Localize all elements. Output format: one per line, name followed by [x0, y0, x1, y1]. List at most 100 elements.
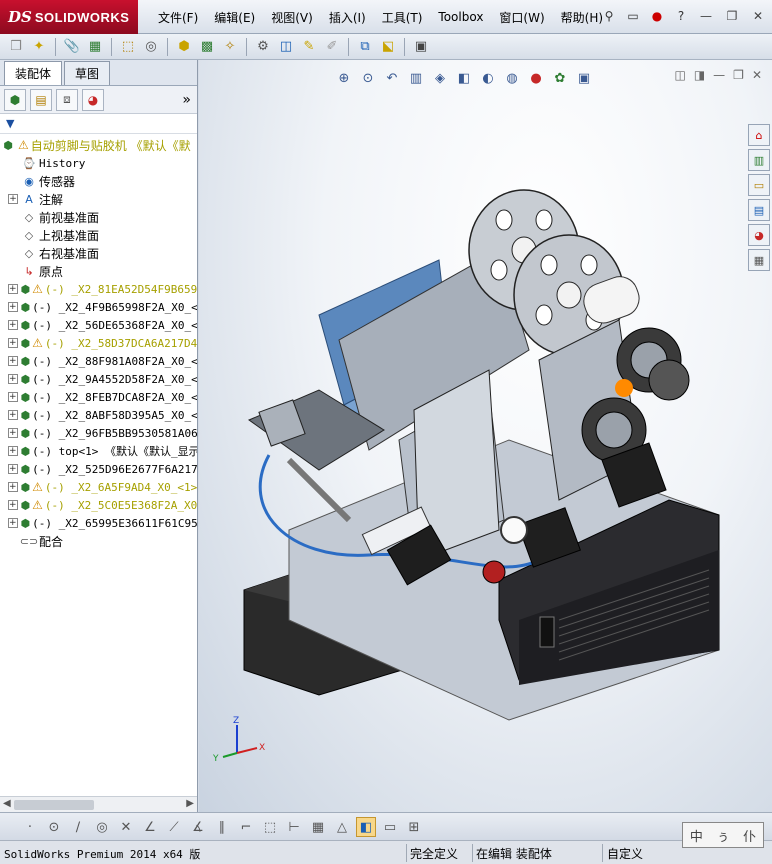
snapshot-icon[interactable]: ▣ — [411, 37, 431, 57]
appearances-icon[interactable]: ◕ — [748, 224, 770, 246]
file-explorer-icon[interactable]: ▭ — [748, 174, 770, 196]
tree-item[interactable]: ⌚ History — [0, 154, 197, 172]
new-part-icon[interactable]: ✦ — [29, 37, 49, 57]
expand-panel-icon[interactable]: » — [182, 92, 191, 108]
tree-item[interactable]: + A 注解 — [0, 190, 197, 208]
filter-icon[interactable]: ▼ — [6, 117, 14, 130]
tree-item[interactable]: + ⬢ ⚠ (-) _X2_81EA52D54F9B659 — [0, 280, 197, 298]
tree-root[interactable]: ⬢ ⚠ 自动剪脚与贴胶机 《默认《默 — [0, 136, 197, 154]
tree-item[interactable]: + ⬢ ⚠ (-) _X2_5C0E5E368F2A_X0 — [0, 496, 197, 514]
restore-icon[interactable]: ❐ — [722, 7, 742, 25]
expand-toggle-icon[interactable]: + — [8, 464, 18, 474]
tree-item[interactable]: + ⬢ (-) _X2_4F9B65998F2A_X0_<1 — [0, 298, 197, 316]
selection-box-icon[interactable]: ⬚ — [260, 817, 280, 837]
rebuild-icon[interactable]: ● — [648, 7, 666, 25]
tree-item[interactable]: + ⬢ (-) _X2_525D96E2677F6A217D — [0, 460, 197, 478]
bill-of-materials-icon[interactable]: ⚙ — [253, 37, 273, 57]
shaded-view-icon[interactable]: ◧ — [356, 817, 376, 837]
line-icon[interactable]: ∕ — [68, 817, 88, 837]
ime-punctuation-mode[interactable]: ぅ — [716, 826, 729, 845]
tree-item[interactable]: + ⬢ (-) _X2_56DE65368F2A_X0_<1 — [0, 316, 197, 334]
expand-toggle-icon[interactable]: + — [8, 374, 18, 384]
menu-view[interactable]: 视图(V) — [263, 9, 321, 26]
scroll-thumb[interactable] — [14, 800, 94, 810]
circle-icon[interactable]: ⊙ — [44, 817, 64, 837]
four-view-icon[interactable]: ⊞ — [404, 817, 424, 837]
new-motion-study-icon[interactable]: ✧ — [220, 37, 240, 57]
expand-toggle-icon[interactable]: + — [8, 284, 18, 294]
tree-item[interactable]: + ⬢ (-) _X2_65995E36611F61C956 — [0, 514, 197, 532]
tree-item[interactable]: ◇ 右视基准面 — [0, 244, 197, 262]
edge-icon[interactable]: ⟋ — [164, 817, 184, 837]
tree-item[interactable]: + ⬢ ⚠ (-) _X2_6A5F9AD4_X0_<1> — [0, 478, 197, 496]
tree-item[interactable]: + ⬢ ⚠ (-) _X2_58D37DCA6A217D4 — [0, 334, 197, 352]
tab-sketch[interactable]: 草图 — [64, 61, 111, 85]
property-manager-icon[interactable]: ▤ — [30, 88, 52, 111]
expand-toggle-icon[interactable]: + — [8, 194, 18, 204]
expand-toggle-icon[interactable]: + — [8, 320, 18, 330]
ime-chinese-mode[interactable]: 中 — [690, 826, 703, 845]
menu-edit[interactable]: 编辑(E) — [206, 9, 263, 26]
angle-icon[interactable]: ∡ — [188, 817, 208, 837]
origin-icon[interactable]: ◎ — [92, 817, 112, 837]
view-palette-icon[interactable]: ▤ — [748, 199, 770, 221]
design-library-icon[interactable]: ▥ — [748, 149, 770, 171]
tree-item[interactable]: + ⬢ (-) _X2_9A4552D58F2A_X0_<1 — [0, 370, 197, 388]
custom-properties-icon[interactable]: ▦ — [748, 249, 770, 271]
tree-item[interactable]: + ⬢ (-) _X2_8ABF58D395A5_X0_<1 — [0, 406, 197, 424]
single-view-icon[interactable]: ▭ — [380, 817, 400, 837]
pin-icon[interactable]: ⚲ — [600, 7, 618, 25]
move-component-icon[interactable]: ⬚ — [118, 37, 138, 57]
solidworks-logo[interactable]: DS SOLIDWORKS — [0, 0, 138, 34]
corner-icon[interactable]: ⌐ — [236, 817, 256, 837]
explode-line-icon[interactable]: ✎ — [299, 37, 319, 57]
solidworks-resources-icon[interactable]: ⌂ — [748, 124, 770, 146]
expand-toggle-icon[interactable]: + — [8, 302, 18, 312]
close-icon[interactable]: ✕ — [748, 7, 768, 25]
expand-toggle-icon[interactable]: + — [8, 428, 18, 438]
expand-toggle-icon[interactable]: + — [8, 410, 18, 420]
tab-assembly[interactable]: 装配体 — [4, 61, 63, 85]
tree-item[interactable]: ↳ 原点 — [0, 262, 197, 280]
tree-item[interactable]: + ⬢ (-) _X2_8FEB7DCA8F2A_X0_<1 — [0, 388, 197, 406]
large-assembly-icon[interactable]: ⬕ — [378, 37, 398, 57]
instant3d-icon[interactable]: ✐ — [322, 37, 342, 57]
dimension-icon[interactable]: ⊢ — [284, 817, 304, 837]
parallel-icon[interactable]: ∥ — [212, 817, 232, 837]
assembly-features-icon[interactable]: ⬢ — [174, 37, 194, 57]
status-custom-units[interactable]: 自定义 — [607, 845, 643, 862]
component-pattern-icon[interactable]: ▦ — [85, 37, 105, 57]
menu-tools[interactable]: 工具(T) — [374, 9, 431, 26]
ime-language-bar[interactable]: 中 ぅ 仆 — [682, 822, 764, 848]
display-manager-icon[interactable]: ◕ — [82, 88, 104, 111]
cross-icon[interactable]: ✕ — [116, 817, 136, 837]
tree-item[interactable]: ◇ 上视基准面 — [0, 226, 197, 244]
menu-toolbox[interactable]: Toolbox — [430, 10, 491, 24]
mate-icon[interactable]: 📎 — [62, 37, 82, 57]
tree-item[interactable]: ◉ 传感器 — [0, 172, 197, 190]
expand-toggle-icon[interactable]: + — [8, 518, 18, 528]
show-hidden-icon[interactable]: ◎ — [141, 37, 161, 57]
tree-item[interactable]: + ⬢ (-) top<1> 《默认《默认_显示 — [0, 442, 197, 460]
scroll-left-icon[interactable]: ◀ — [3, 798, 11, 809]
menu-insert[interactable]: 插入(I) — [321, 9, 374, 26]
menu-window[interactable]: 窗口(W) — [491, 9, 552, 26]
interference-icon[interactable]: ⧉ — [355, 37, 375, 57]
help-icon[interactable]: ? — [672, 7, 690, 25]
tree-filter[interactable]: ▼ — [0, 114, 197, 134]
menu-file[interactable]: 文件(F) — [150, 9, 206, 26]
minimize-icon[interactable]: — — [696, 7, 716, 25]
expand-toggle-icon[interactable]: + — [8, 500, 18, 510]
new-document-icon[interactable]: ▭ — [624, 7, 642, 25]
feature-manager-icon[interactable]: ⬢ — [4, 88, 26, 111]
configuration-manager-icon[interactable]: ⧈ — [56, 88, 78, 111]
triangle-icon[interactable]: △ — [332, 817, 352, 837]
axis-icon[interactable]: ∠ — [140, 817, 160, 837]
expand-toggle-icon[interactable]: + — [8, 338, 18, 348]
graphics-area[interactable]: ⊕ ⊙ ↶ ▥ ◈ ◧ ◐ ◍ ● ✿ ▣ ◫ ◨ — ❐ ✕ ⌂ ▥ ▭ ▤ … — [199, 60, 772, 812]
ime-width-mode[interactable]: 仆 — [743, 826, 756, 845]
tree-item[interactable]: + ⬢ (-) _X2_88F981A08F2A_X0_<1 — [0, 352, 197, 370]
expand-toggle-icon[interactable]: + — [8, 356, 18, 366]
expand-toggle-icon[interactable]: + — [8, 446, 18, 456]
assembly-3d-model[interactable] — [199, 60, 772, 812]
